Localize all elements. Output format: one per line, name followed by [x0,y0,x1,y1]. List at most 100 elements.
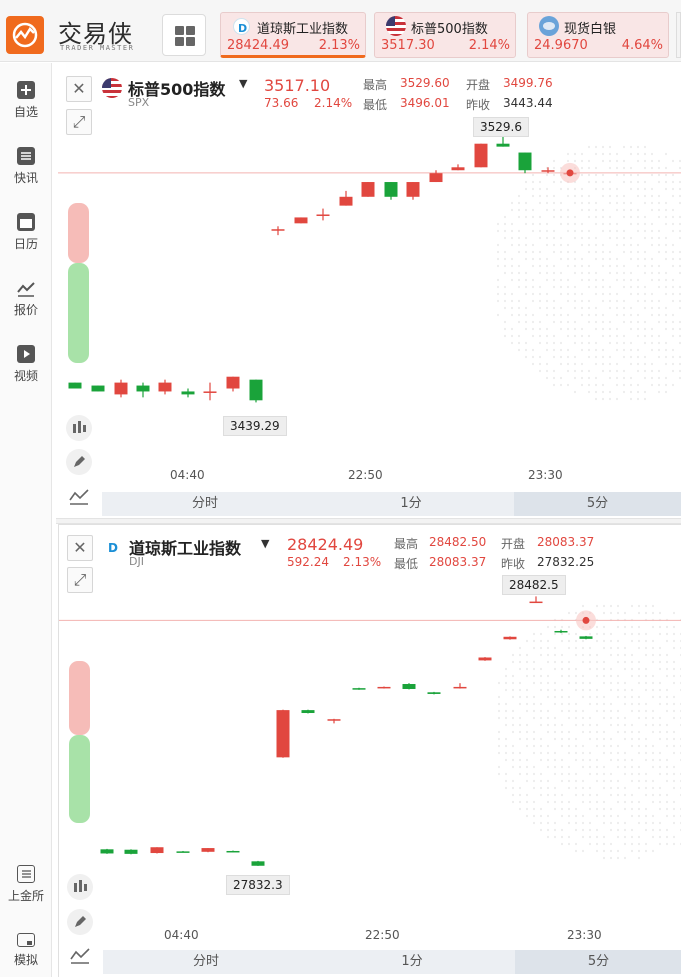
map-dot [587,285,591,289]
map-dot [629,236,633,240]
map-dot [671,180,675,184]
map-dot [643,369,647,373]
map-dot [636,369,640,373]
map-dot [615,362,619,366]
map-dot [644,688,648,692]
map-dot [553,737,557,741]
indicator-tool-button[interactable] [66,415,92,441]
map-dot [637,814,641,818]
sidebar-item-simulate[interactable]: 模拟 [0,931,52,968]
map-dot [602,646,606,650]
map-dot [546,681,550,685]
map-dot [518,807,522,811]
map-dot [510,292,514,296]
map-dot [587,215,591,219]
map-dot [553,786,557,790]
line-chart-icon[interactable] [67,943,93,969]
map-dot [643,187,647,191]
sidebar-item-video[interactable]: 视频 [0,345,52,384]
tab-5min[interactable]: 5分 [515,950,681,974]
tab-1min[interactable]: 1分 [309,950,515,974]
map-dot [594,208,598,212]
map-dot [588,646,592,650]
sidebar-item-quotes[interactable]: 报价 [0,279,52,318]
map-dot [517,250,521,254]
map-dot [560,828,564,832]
ticker-spx[interactable]: 标普500指数 3517.30 2.14% [374,12,516,58]
map-dot [588,786,592,790]
map-dot [559,215,563,219]
map-dot [636,348,640,352]
map-dot [602,786,606,790]
tab-timeshare[interactable]: 分时 [103,950,309,974]
map-dot [567,667,571,671]
map-dot [616,828,620,832]
map-dot [671,313,675,317]
map-dot [588,828,592,832]
map-dot [658,653,662,657]
map-dot [672,667,676,671]
sidebar-item-flash[interactable]: 快讯 [0,147,52,186]
candle-body [114,382,128,395]
map-dot [629,152,633,156]
map-dot [602,702,606,706]
map-dot [538,299,542,303]
map-dot [616,744,620,748]
map-dot [609,807,613,811]
map-dot [594,341,598,345]
map-dot [573,306,577,310]
map-dot [532,646,536,650]
ticker-dji[interactable]: D 道琼斯工业指数 28424.49 2.13% [220,12,366,58]
candlestick-chart-spx[interactable] [58,63,681,483]
map-dot [650,348,654,352]
map-dot [657,173,661,177]
map-dot [671,159,675,163]
map-dot [601,292,605,296]
tab-1min[interactable]: 1分 [308,492,514,516]
grid-layout-button[interactable] [162,14,206,56]
map-dot [581,639,585,643]
map-dot [602,737,606,741]
map-dot [524,313,528,317]
map-dot [651,695,655,699]
tab-5min[interactable]: 5分 [514,492,681,516]
map-dot [622,236,626,240]
map-dot [664,271,668,275]
sidebar-item-calendar[interactable]: 日历 [0,213,52,252]
map-dot [531,362,535,366]
pencil-icon[interactable] [67,909,93,935]
map-dot [546,674,550,678]
svg-text:D: D [238,22,247,35]
map-dot [658,758,662,762]
sidebar-item-watchlist[interactable]: 自选 [0,81,52,120]
tab-timeshare[interactable]: 分时 [102,492,308,516]
map-dot [650,299,654,303]
map-dot [636,362,640,366]
map-dot [629,208,633,212]
map-dot [608,180,612,184]
map-dot [630,772,634,776]
map-dot [629,376,633,380]
candlestick-chart-dji[interactable] [59,525,681,945]
map-dot [566,257,570,261]
map-dot [518,695,522,699]
map-dot [559,236,563,240]
current-price-dot [582,616,590,624]
sidebar-item-sge[interactable]: 上金所 [0,865,52,904]
map-dot [539,646,543,650]
map-dot [511,716,515,720]
candle-body [91,385,105,392]
map-dot [651,765,655,769]
map-dot [552,208,556,212]
map-dot [587,194,591,198]
line-chart-icon[interactable] [66,484,92,510]
ticker-silver[interactable]: 现货白银 24.9670 4.64% [527,12,669,58]
pencil-icon[interactable] [66,449,92,475]
map-dot [602,842,606,846]
map-dot [573,334,577,338]
map-dot [657,348,661,352]
indicator-tool-button[interactable] [67,874,93,900]
map-dot [532,786,536,790]
map-dot [616,814,620,818]
map-dot [658,611,662,615]
